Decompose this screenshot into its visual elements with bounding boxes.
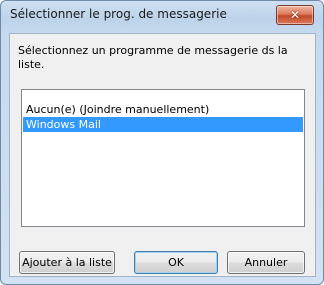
add-to-list-button[interactable]: Ajouter à la liste <box>19 251 115 274</box>
close-button[interactable]: ✕ <box>276 5 314 25</box>
list-item-windows-mail[interactable]: Windows Mail <box>23 117 303 132</box>
ok-button[interactable]: OK <box>134 251 218 274</box>
close-icon: ✕ <box>289 8 301 22</box>
cancel-button[interactable]: Annuler <box>227 251 305 274</box>
dialog-title: Sélectionner le prog. de messagerie <box>10 7 227 21</box>
dialog-content: Sélectionnez un programme de messagerie … <box>9 33 316 277</box>
dialog-window: Sélectionner le prog. de messagerie ✕ Sé… <box>0 0 324 285</box>
mail-program-list[interactable]: Aucun(e) (Joindre manuellement) Windows … <box>21 89 305 227</box>
instruction-text: Sélectionnez un programme de messagerie … <box>18 44 288 71</box>
list-item-none[interactable]: Aucun(e) (Joindre manuellement) <box>23 102 303 117</box>
